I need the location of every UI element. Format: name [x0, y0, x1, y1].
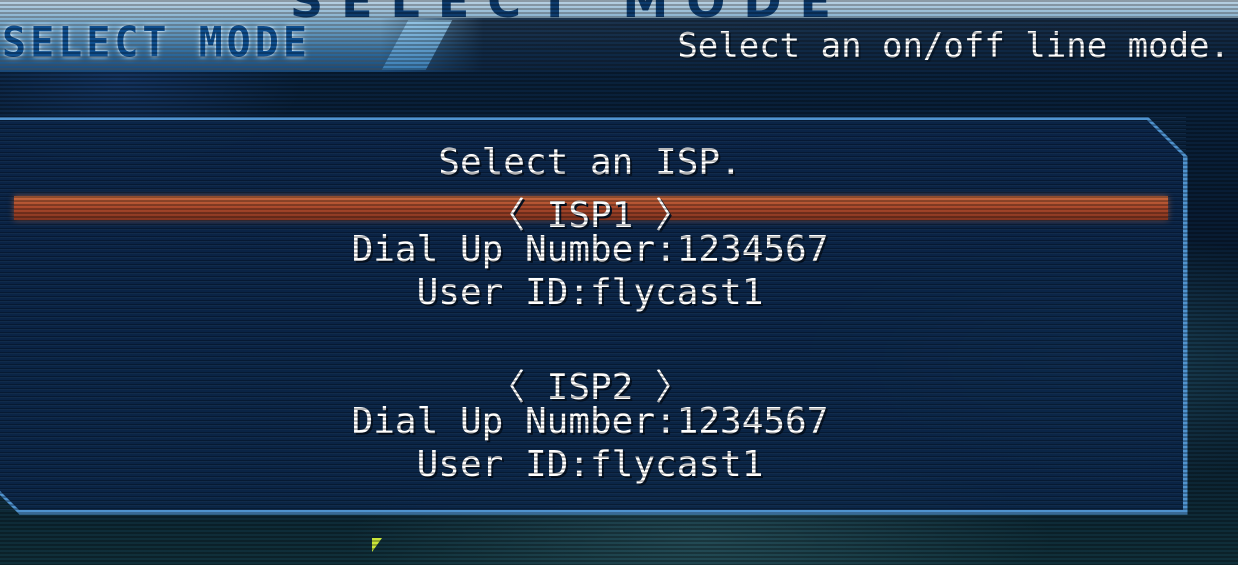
isp-prompt: Select an ISP.	[438, 142, 742, 183]
isp-1-user-id: User ID:flycast1	[416, 272, 764, 313]
isp-1-dial-up-number: Dial Up Number:1234567	[351, 229, 829, 270]
screen-title: SELECT MODE	[290, 0, 849, 28]
instruction-text: Select an on/off line mode.	[677, 26, 1230, 66]
mode-logo: SELECT MODE	[2, 18, 311, 68]
isp-2-dial-up-number: Dial Up Number:1234567	[351, 401, 829, 442]
mouse-pointer-icon	[372, 538, 382, 552]
isp-2-user-id: User ID:flycast1	[416, 444, 764, 485]
